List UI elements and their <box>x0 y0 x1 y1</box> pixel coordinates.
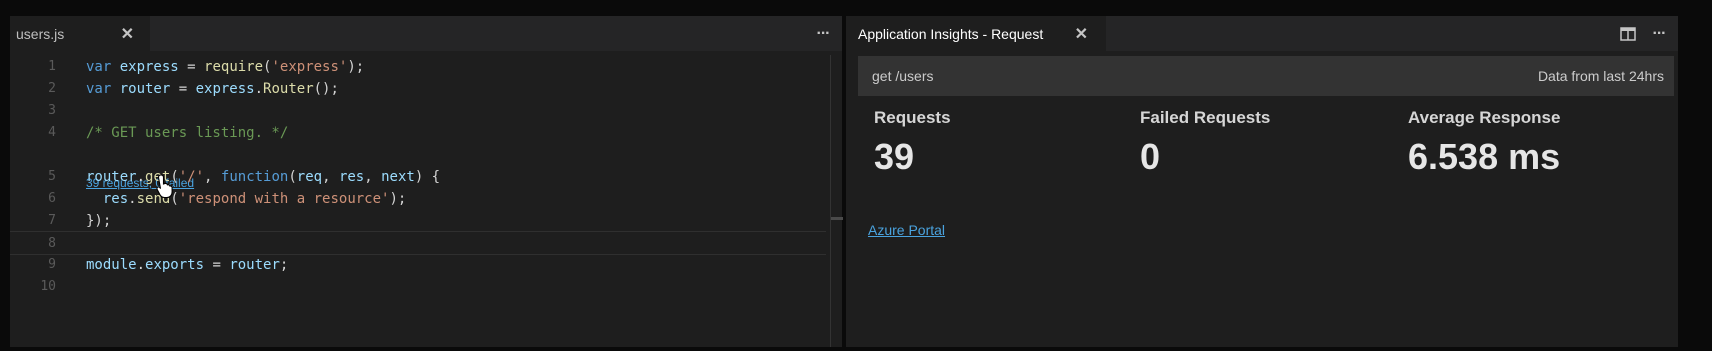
code-token: express <box>195 81 255 97</box>
code-token: router <box>119 81 171 97</box>
line-code: /* GET users listing. */ <box>86 121 288 145</box>
editor-group: users.js ✕ ··· 1 var express = require('… <box>10 16 843 347</box>
code-line: 7 }); <box>10 209 826 233</box>
panel-tab-bar: Application Insights - Request ✕ ··· <box>846 16 1678 51</box>
code-token: 'respond with a resource' <box>178 191 390 207</box>
code-token: ); <box>347 59 365 75</box>
tab-users-js[interactable]: users.js ✕ <box>10 16 150 51</box>
code-token: var <box>86 81 120 97</box>
line-number: 9 <box>48 257 56 272</box>
editor-scrollbar[interactable] <box>830 55 843 347</box>
code-token: ); <box>389 191 407 207</box>
line-number: 5 <box>48 169 56 184</box>
code-line: 2 var router = express.Router(); <box>10 77 826 101</box>
code-token: Router <box>263 81 314 97</box>
code-token: res <box>338 169 365 185</box>
code-token: router <box>86 169 137 185</box>
line-code: var express = require('express'); <box>86 55 364 79</box>
line-number: 6 <box>48 191 56 206</box>
line-number: 4 <box>48 125 56 140</box>
code-token: , <box>322 169 339 185</box>
code-token: ; <box>279 257 289 273</box>
code-token: 'express' <box>271 59 348 75</box>
tab-label: users.js <box>16 25 65 42</box>
code-token: . <box>136 169 146 185</box>
code-token: module <box>86 257 137 273</box>
code-token: . <box>128 191 137 207</box>
metric-label: Failed Requests <box>1140 108 1271 127</box>
code-token: var <box>86 59 120 75</box>
metric-requests: Requests 39 <box>874 108 951 178</box>
line-number: 7 <box>48 213 56 228</box>
code-line: 6 res.send('respond with a resource'); <box>10 187 826 211</box>
code-token: express <box>119 59 179 75</box>
metric-value: 0 <box>1140 136 1161 177</box>
line-code: }); <box>86 209 111 233</box>
line-number: 1 <box>48 59 56 74</box>
editor-tab-bar: users.js ✕ <box>10 16 842 51</box>
request-route: get /users <box>872 68 934 84</box>
data-range: Data from last 24hrs <box>1537 68 1664 84</box>
code-token: . <box>136 257 146 273</box>
code-token: = <box>170 81 196 97</box>
code-token: (); <box>313 81 339 97</box>
code-token: , <box>204 169 221 185</box>
close-icon[interactable]: ✕ <box>115 24 140 44</box>
tab-label: Application Insights - Request <box>858 25 1044 42</box>
code-token: . <box>254 81 264 97</box>
code-token: '/' <box>178 169 205 185</box>
code-token: req <box>296 169 323 185</box>
line-code: module.exports = router; <box>86 253 288 277</box>
insights-panel-group: Application Insights - Request ✕ ··· get… <box>846 16 1678 347</box>
azure-portal-link[interactable]: Azure Portal <box>868 222 945 238</box>
line-number: 10 <box>40 279 56 294</box>
scroll-thumb[interactable] <box>831 217 843 220</box>
code-token: = <box>204 257 230 273</box>
code-token: ( <box>288 169 297 185</box>
line-code: res.send('respond with a resource'); <box>86 187 406 211</box>
metric-average-response: Average Response 6.538 ms <box>1408 108 1560 178</box>
code-line: 5 router.get('/', function(req, res, nex… <box>10 165 826 189</box>
code-token: router <box>229 257 280 273</box>
code-token: , <box>364 169 382 185</box>
more-actions-icon[interactable]: ··· <box>810 16 836 51</box>
metric-label: Average Response <box>1408 108 1561 127</box>
code-token: res <box>102 191 129 207</box>
metric-value: 39 <box>874 136 915 177</box>
metric-failed-requests: Failed Requests 0 <box>1140 108 1270 178</box>
metric-value: 6.538 ms <box>1408 136 1561 177</box>
more-actions-icon[interactable]: ··· <box>1646 16 1672 51</box>
code-line: 10 <box>10 275 826 299</box>
close-icon[interactable]: ✕ <box>1069 24 1094 44</box>
line-number: 3 <box>48 103 56 118</box>
code-token: ) { <box>414 169 441 185</box>
code-line: 3 <box>10 99 826 123</box>
code-token: function <box>220 169 289 185</box>
code-token: exports <box>145 257 205 273</box>
code-token: next <box>381 169 415 185</box>
split-editor-icon[interactable] <box>1614 16 1642 51</box>
code-token: require <box>204 59 264 75</box>
code-token: = <box>178 59 205 75</box>
code-line: 9 module.exports = router; <box>10 253 826 277</box>
code-token: /* GET users listing. */ <box>86 125 289 141</box>
code-token: }); <box>86 213 112 229</box>
line-code: var router = express.Router(); <box>86 77 339 101</box>
line-number: 2 <box>48 81 56 96</box>
current-line: 8 <box>10 231 826 255</box>
tab-application-insights[interactable]: Application Insights - Request ✕ <box>846 16 1106 51</box>
code-line: 4 /* GET users listing. */ <box>10 121 826 145</box>
request-header: get /users Data from last 24hrs <box>858 56 1674 96</box>
code-line: 1 var express = require('express'); <box>10 55 826 79</box>
line-code: router.get('/', function(req, res, next)… <box>86 165 440 189</box>
metric-label: Requests <box>874 108 951 127</box>
code-editor[interactable]: 1 var express = require('express'); 2 va… <box>10 55 826 347</box>
mouse-pointer-icon <box>156 174 173 199</box>
